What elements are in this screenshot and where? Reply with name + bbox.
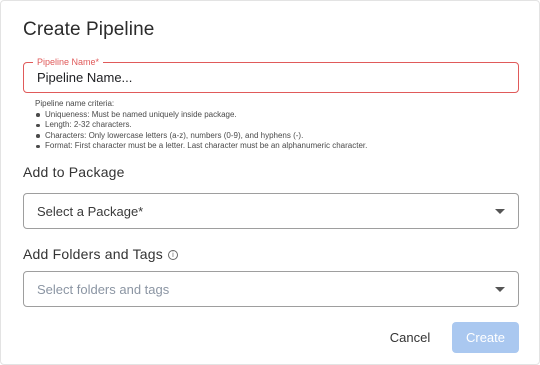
add-to-package-heading: Add to Package [23,164,125,180]
dialog-title: Create Pipeline [23,19,155,40]
create-button[interactable]: Create [452,322,519,353]
info-icon[interactable]: i [168,250,178,260]
criteria-item: Format: First character must be a letter… [35,141,525,152]
criteria-item: Uniqueness: Must be named uniquely insid… [35,110,525,121]
create-pipeline-dialog: Create Pipeline Pipeline Name* Pipeline … [0,0,540,365]
pipeline-name-field[interactable]: Pipeline Name* [23,56,519,93]
package-select[interactable]: Select a Package* [23,193,519,229]
chevron-down-icon [495,287,505,292]
criteria-list: Uniqueness: Must be named uniquely insid… [35,110,525,152]
chevron-down-icon [495,209,505,214]
folders-tags-placeholder: Select folders and tags [37,282,170,297]
add-folders-tags-heading: Add Folders and Tags [23,246,163,262]
pipeline-name-input[interactable] [25,64,517,91]
criteria-item: Length: 2-32 characters. [35,120,525,131]
criteria-item: Characters: Only lowercase letters (a-z)… [35,131,525,142]
criteria-heading: Pipeline name criteria: [35,99,115,108]
pipeline-name-criteria: Pipeline name criteria: Uniqueness: Must… [35,99,525,152]
folders-tags-select[interactable]: Select folders and tags [23,271,519,307]
cancel-button[interactable]: Cancel [378,322,442,352]
package-select-placeholder: Select a Package* [37,204,144,219]
